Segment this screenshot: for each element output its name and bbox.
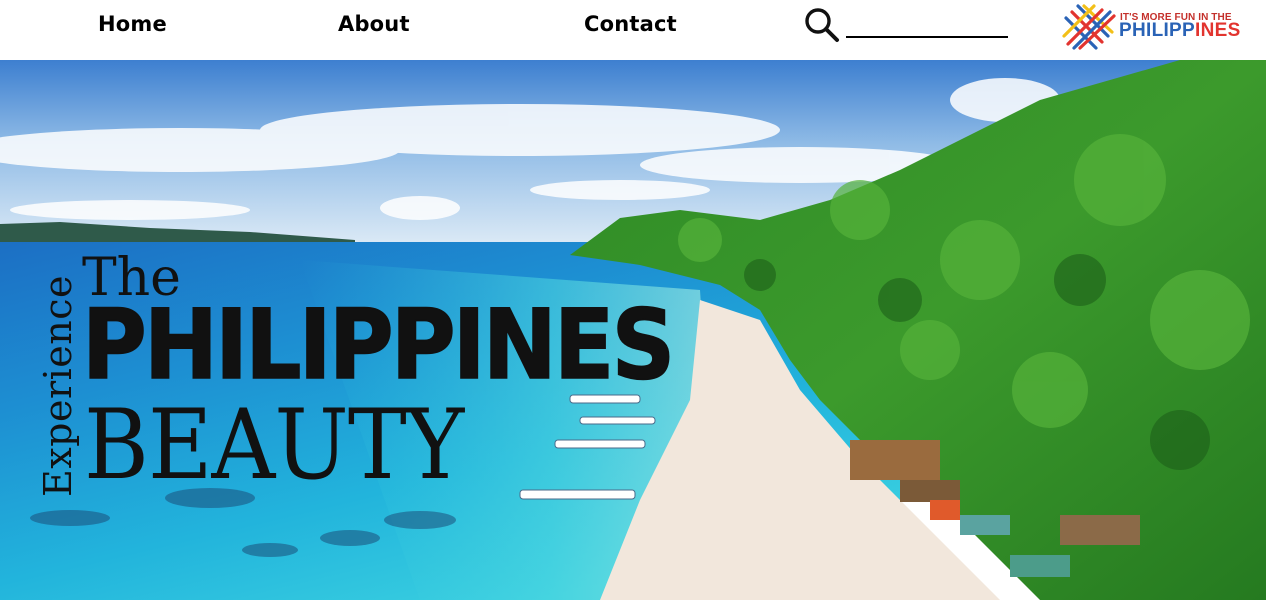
logo-wordmark: PHILIPPINES bbox=[1119, 20, 1241, 42]
hero-country-text: PHILIPPINES bbox=[81, 289, 676, 401]
top-navigation: Home About Contact IT'S MORE FUN IN THE … bbox=[0, 0, 1266, 60]
tourism-logo[interactable]: IT'S MORE FUN IN THE PHILIPPINES bbox=[1062, 4, 1260, 50]
hero-experience-text: Experience bbox=[36, 274, 80, 497]
hero-beauty-text: BEAUTY bbox=[84, 389, 464, 501]
page: Home About Contact IT'S MORE FUN IN THE … bbox=[0, 0, 1266, 600]
logo-weave-mark bbox=[1062, 4, 1116, 50]
search-icon[interactable] bbox=[803, 6, 841, 44]
logo-wordmark-part2: INES bbox=[1195, 20, 1241, 41]
hero-banner: Experience The PHILIPPINES BEAUTY bbox=[0, 60, 1266, 600]
nav-home-link[interactable]: Home bbox=[98, 10, 167, 38]
nav-contact-link[interactable]: Contact bbox=[584, 10, 677, 38]
nav-about-link[interactable]: About bbox=[338, 10, 410, 38]
search-input[interactable] bbox=[846, 14, 1008, 38]
logo-wordmark-part1: PHILIPP bbox=[1119, 20, 1196, 41]
